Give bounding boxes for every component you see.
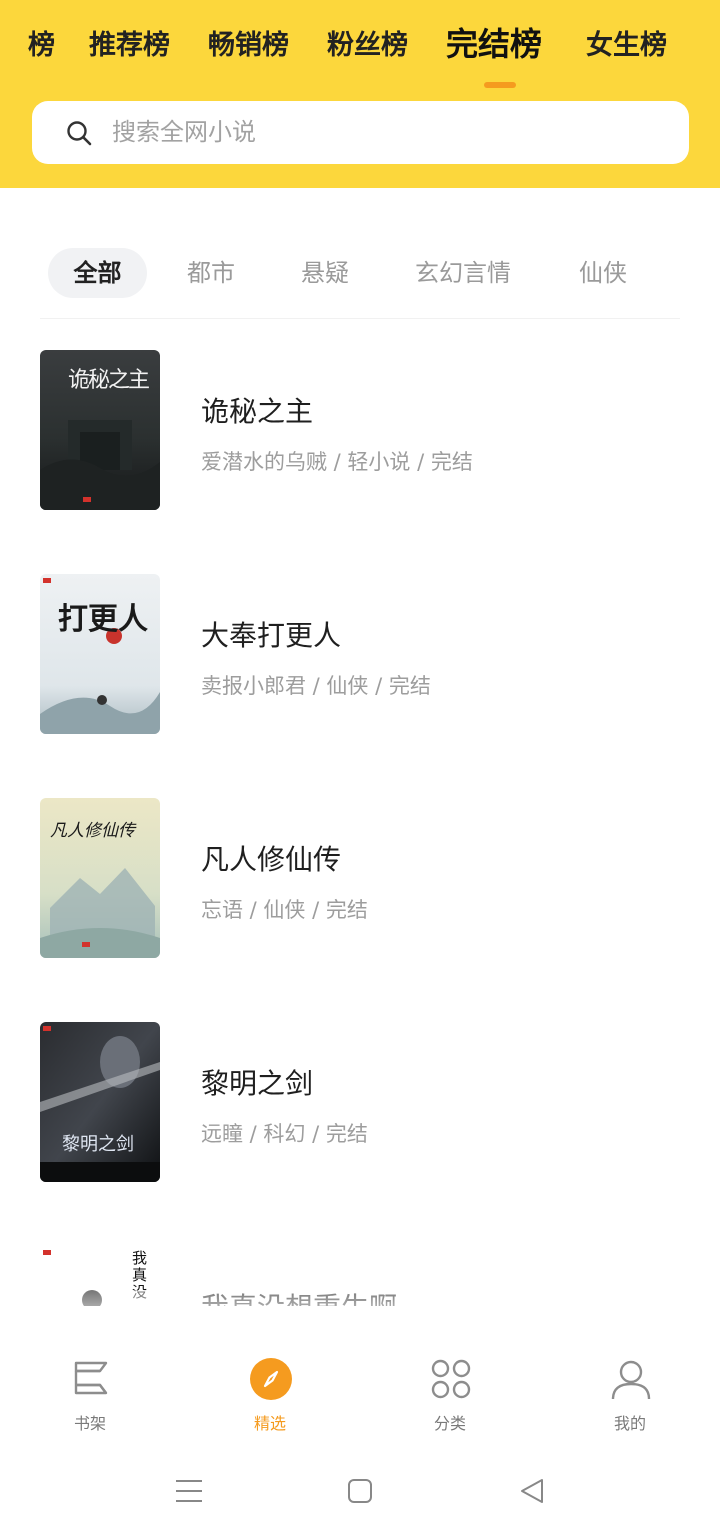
- book-cover[interactable]: 黎明之剑: [40, 1022, 160, 1182]
- tab-partial[interactable]: 榜: [28, 22, 55, 70]
- home-icon[interactable]: [345, 1476, 375, 1506]
- book-meta: 爱潜水的乌贼 / 轻小说 / 完结: [201, 450, 473, 474]
- book-title[interactable]: 黎明之剑: [201, 1062, 313, 1102]
- book-cover[interactable]: 打更人: [40, 574, 160, 734]
- system-nav-bar: [0, 1444, 720, 1537]
- nav-profile[interactable]: 我的: [570, 1354, 690, 1444]
- nav-bookshelf[interactable]: 书架: [30, 1354, 150, 1444]
- tab-fans[interactable]: 粉丝榜: [327, 22, 408, 70]
- bottom-nav: 书架 精选 分类 我的: [0, 1334, 720, 1444]
- cover-title-text: 打更人: [58, 602, 148, 637]
- menu-icon[interactable]: [174, 1476, 204, 1506]
- book-title[interactable]: 大奉打更人: [201, 614, 341, 654]
- tab-female[interactable]: 女生榜: [586, 22, 667, 70]
- category-xianxia[interactable]: 仙侠: [579, 248, 627, 298]
- nav-label: 精选: [253, 1414, 286, 1433]
- category-filter: 全部 都市 悬疑 玄幻言情 仙侠: [0, 248, 720, 298]
- nav-label: 分类: [433, 1414, 466, 1433]
- nav-label: 我的: [613, 1414, 646, 1433]
- tab-completed[interactable]: 完结榜: [446, 20, 542, 68]
- book-meta: 忘语 / 仙侠 / 完结: [201, 898, 368, 922]
- book-cover[interactable]: 诡秘之主: [40, 350, 160, 510]
- cover-title-text: 诡秘之主: [68, 368, 150, 393]
- book-item[interactable]: 黎明之剑 黎明之剑 远瞳 / 科幻 / 完结: [0, 1022, 720, 1182]
- book-title[interactable]: 诡秘之主: [201, 390, 313, 430]
- book-title[interactable]: 凡人修仙传: [201, 838, 341, 878]
- book-item[interactable]: 诡秘之主 诡秘之主 爱潜水的乌贼 / 轻小说 / 完结: [0, 350, 720, 510]
- book-meta: 远瞳 / 科幻 / 完结: [201, 1122, 368, 1146]
- header: 榜 推荐榜 畅销榜 粉丝榜 完结榜 女生榜 搜索全网小说: [0, 0, 720, 188]
- nav-featured[interactable]: 精选: [210, 1354, 330, 1444]
- compass-icon: [250, 1358, 292, 1400]
- category-fantasy-romance[interactable]: 玄幻言情: [415, 248, 511, 298]
- nav-category[interactable]: 分类: [390, 1354, 510, 1444]
- book-meta: 卖报小郎君 / 仙侠 / 完结: [201, 674, 431, 698]
- list-fade: [0, 1290, 720, 1334]
- book-item[interactable]: 打更人 大奉打更人 卖报小郎君 / 仙侠 / 完结: [0, 574, 720, 734]
- category-icon: [431, 1359, 471, 1399]
- book-item[interactable]: 凡人修仙传 凡人修仙传 忘语 / 仙侠 / 完结: [0, 798, 720, 958]
- back-icon[interactable]: [517, 1476, 547, 1506]
- tab-recommend[interactable]: 推荐榜: [89, 22, 170, 70]
- profile-icon: [611, 1360, 651, 1400]
- book-cover[interactable]: 凡人修仙传: [40, 798, 160, 958]
- category-all[interactable]: 全部: [48, 248, 147, 298]
- cover-title-text: 凡人修仙传: [50, 821, 135, 841]
- cover-title-text: 黎明之剑: [62, 1134, 134, 1155]
- ranking-tabs: 榜 推荐榜 畅销榜 粉丝榜 完结榜 女生榜: [0, 22, 720, 72]
- category-mystery[interactable]: 悬疑: [301, 248, 349, 298]
- search-placeholder: 搜索全网小说: [112, 118, 256, 146]
- tab-bestseller[interactable]: 畅销榜: [208, 22, 289, 70]
- search-input[interactable]: 搜索全网小说: [32, 101, 689, 164]
- bookshelf-icon: [74, 1361, 108, 1395]
- active-tab-indicator: [484, 82, 516, 88]
- nav-label: 书架: [73, 1414, 106, 1433]
- divider: [40, 318, 680, 319]
- search-icon: [67, 121, 92, 146]
- category-urban[interactable]: 都市: [187, 248, 235, 298]
